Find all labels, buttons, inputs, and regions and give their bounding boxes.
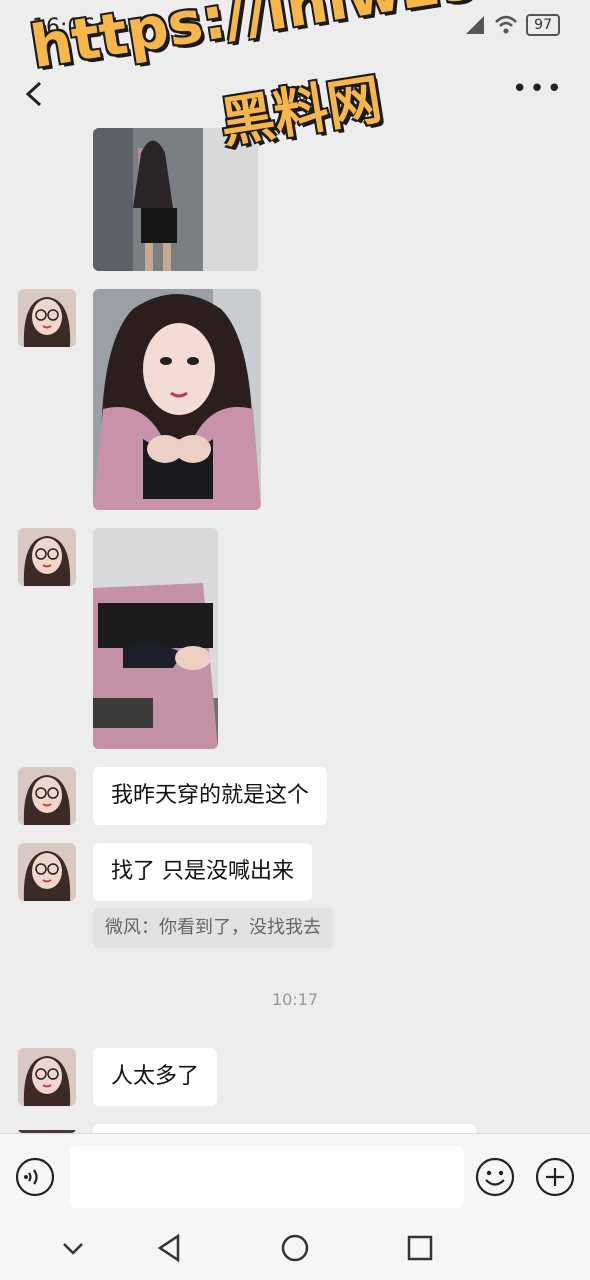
photo-message-2[interactable] <box>93 289 261 510</box>
wifi-icon <box>495 15 518 34</box>
emoji-icon[interactable] <box>475 1157 515 1197</box>
message-bubble[interactable]: 我昨天穿的就是这个 <box>93 767 328 825</box>
avatar[interactable] <box>18 767 76 825</box>
chat-header: 花花 ••• <box>0 58 590 128</box>
photo-message-3[interactable] <box>93 528 218 749</box>
quoted-reply[interactable]: 微风：你看到了，没找我去 <box>93 908 333 948</box>
triangle-back-icon[interactable] <box>155 1233 183 1263</box>
alarm-icon <box>128 19 148 39</box>
chat-title: 花花 <box>275 84 315 108</box>
circle-home-icon[interactable] <box>280 1233 310 1263</box>
avatar[interactable] <box>18 843 76 901</box>
status-right: 97 <box>464 14 560 36</box>
photo-message-1[interactable] <box>93 128 258 271</box>
avatar[interactable] <box>18 528 76 586</box>
signal-icon <box>466 16 485 34</box>
chevron-down-icon[interactable] <box>60 1237 86 1259</box>
battery-indicator: 97 <box>526 14 560 36</box>
avatar[interactable] <box>18 1048 76 1106</box>
plus-icon[interactable] <box>535 1157 575 1197</box>
more-dots-icon[interactable]: ••• <box>512 76 564 102</box>
square-recent-icon[interactable] <box>406 1234 434 1262</box>
message-bubble-partial[interactable] <box>93 1124 476 1133</box>
status-icons <box>95 17 149 39</box>
status-bar: 16:06 97 <box>0 0 590 58</box>
eye-icon <box>95 19 121 37</box>
message-bubble[interactable]: 找了 只是没喊出来 <box>93 843 312 901</box>
input-bar <box>0 1133 590 1220</box>
message-input[interactable] <box>70 1146 464 1208</box>
system-navbar <box>0 1219 590 1280</box>
timestamp: 10:17 <box>271 990 319 1009</box>
voice-icon[interactable] <box>15 1157 55 1197</box>
avatar[interactable] <box>18 289 76 347</box>
avatar[interactable] <box>18 1124 76 1133</box>
status-time: 16:06 <box>32 15 96 40</box>
message-bubble[interactable]: 人太多了 <box>93 1048 218 1106</box>
